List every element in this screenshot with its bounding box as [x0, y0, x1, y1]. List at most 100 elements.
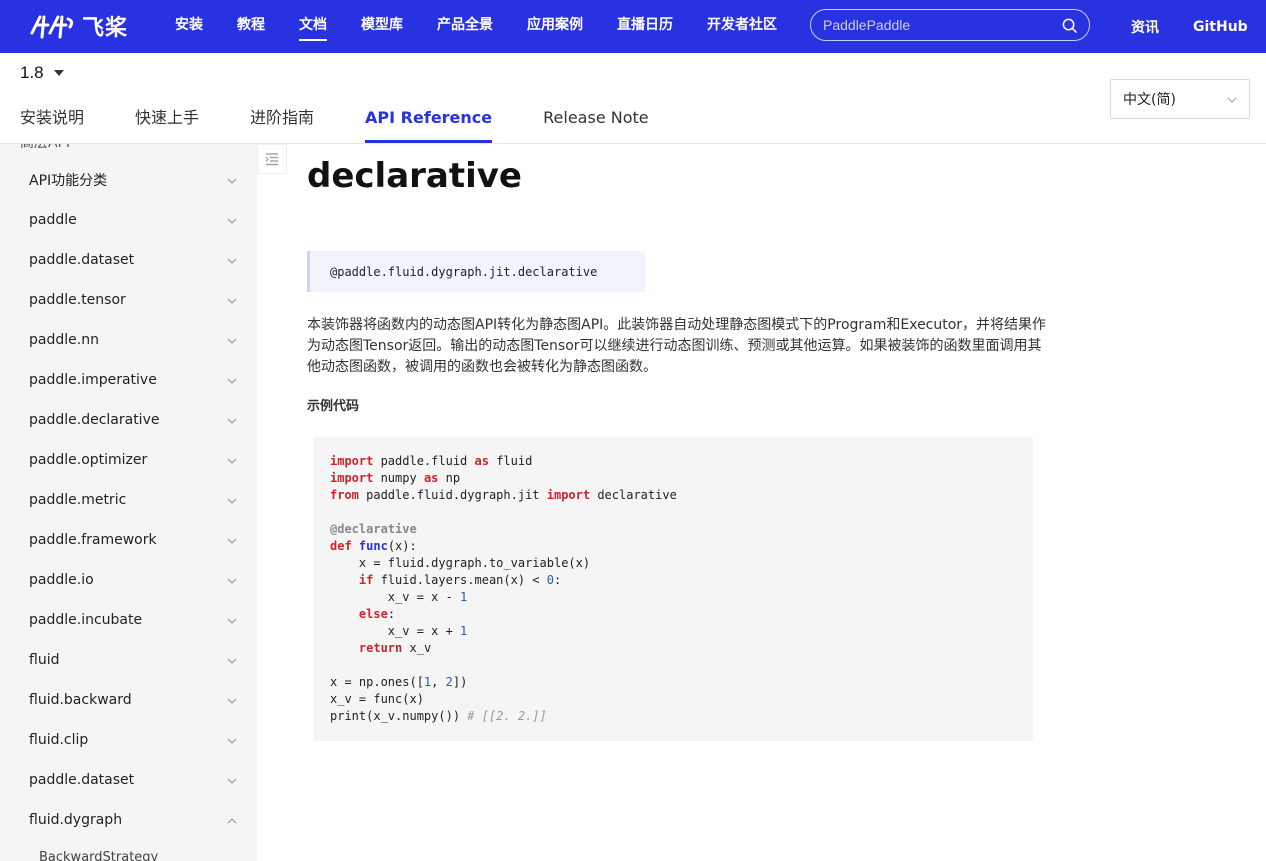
code-token: ,	[431, 675, 446, 689]
sidebar-item-label: API功能分类	[29, 173, 108, 189]
sidebar-item[interactable]: fluid.clip	[0, 720, 257, 760]
code-token: paddle.fluid	[373, 454, 475, 468]
nav-models[interactable]: 模型库	[361, 0, 403, 53]
code-token: fluid.layers.mean(x) <	[373, 573, 547, 587]
sidebar-item[interactable]: API功能分类	[0, 160, 257, 200]
sidebar-item-label: paddle.metric	[29, 492, 127, 508]
sidebar-item-label: fluid.clip	[29, 732, 89, 748]
sidebar-item[interactable]: paddle	[0, 200, 257, 240]
code-block[interactable]: import paddle.fluid as fluid import nump…	[314, 437, 1033, 741]
code-token: import	[546, 488, 591, 502]
sidebar-item[interactable]: paddle.metric	[0, 480, 257, 520]
code-token: (x):	[387, 539, 417, 553]
sidebar-item-label: paddle	[29, 212, 77, 228]
sidebar-item[interactable]: fluid	[0, 640, 257, 680]
top-navbar: 飞桨 安装 教程 文档 模型库 产品全景 应用案例 直播日历 开发者社区 资讯 …	[0, 0, 1266, 53]
outline-icon	[265, 153, 278, 166]
chevron-down-icon	[227, 772, 237, 788]
tab-release-note[interactable]: Release Note	[543, 96, 648, 143]
chevron-down-icon	[227, 532, 237, 548]
code-token: :	[553, 573, 562, 587]
code-token: def	[330, 539, 352, 553]
main-nav: 安装 教程 文档 模型库 产品全景 应用案例 直播日历 开发者社区	[175, 0, 811, 53]
chevron-down-icon	[227, 412, 237, 428]
sidebar-item[interactable]: paddle.io	[0, 560, 257, 600]
code-token: if	[358, 573, 374, 587]
chevron-down-icon	[227, 332, 237, 348]
sidebar-item[interactable]: paddle.imperative	[0, 360, 257, 400]
sidebar-item[interactable]: fluid.backward	[0, 680, 257, 720]
chevron-down-icon	[227, 732, 237, 748]
sidebar-subitem-backward-strategy[interactable]: BackwardStrategy	[39, 850, 158, 861]
chevron-down-icon	[227, 652, 237, 668]
api-signature: @paddle.fluid.dygraph.jit.declarative	[307, 251, 645, 292]
code-text: import paddle.fluid as fluid import nump…	[330, 453, 1017, 725]
sidebar-item-label: paddle.incubate	[29, 612, 143, 628]
sidebar-item-label: paddle.nn	[29, 332, 99, 348]
page-title: declarative	[307, 156, 522, 196]
code-token: :	[387, 607, 396, 621]
chevron-down-icon	[227, 612, 237, 628]
code-token: paddle.fluid.dygraph.jit	[358, 488, 547, 502]
sidebar-item[interactable]: paddle.framework	[0, 520, 257, 560]
nav-docs[interactable]: 文档	[299, 0, 327, 53]
code-token: fluid	[488, 454, 533, 468]
language-select[interactable]: 中文(简)	[1110, 79, 1250, 119]
code-token: else	[358, 607, 388, 621]
tab-install-guide[interactable]: 安装说明	[20, 96, 84, 143]
sidebar-item[interactable]: paddle.tensor	[0, 280, 257, 320]
nav-products[interactable]: 产品全景	[437, 0, 493, 53]
tab-api-reference[interactable]: API Reference	[365, 96, 493, 143]
tab-quick-start[interactable]: 快速上手	[135, 96, 199, 143]
sidebar-item-label: paddle.imperative	[29, 372, 157, 388]
paddle-logo-icon	[30, 15, 74, 39]
paddlepaddle-logo[interactable]: 飞桨	[28, 8, 128, 44]
github-link[interactable]: GitHub	[1193, 19, 1248, 35]
chevron-down-icon	[227, 692, 237, 708]
api-description: 本装饰器将函数内的动态图API转化为静态图API。此装饰器自动处理静态图模式下的…	[307, 317, 1047, 375]
sidebar-item[interactable]: paddle.incubate	[0, 600, 257, 640]
sidebar-item-label: fluid	[29, 652, 60, 668]
right-links: 资讯 GitHub	[1131, 0, 1248, 53]
chevron-down-icon	[227, 212, 237, 228]
search-icon[interactable]	[1061, 17, 1077, 33]
code-token: as	[474, 454, 489, 468]
code-token: np	[438, 471, 461, 485]
tab-advanced-guide[interactable]: 进阶指南	[250, 96, 314, 143]
example-code-heading: 示例代码	[307, 399, 360, 414]
sidebar-item[interactable]: fluid.dygraph	[0, 800, 257, 840]
chevron-down-icon	[227, 252, 237, 268]
code-token: 1	[460, 624, 468, 638]
nav-cases[interactable]: 应用案例	[527, 0, 583, 53]
code-token: x = fluid.dygraph.to_variable(x)	[330, 556, 591, 570]
code-token: import	[330, 471, 374, 485]
chevron-down-icon	[227, 292, 237, 308]
code-token: 0	[546, 573, 554, 587]
code-token: x = np.ones([	[330, 675, 424, 689]
sidebar-item-label: paddle.dataset	[29, 252, 135, 268]
code-token: # [[2. 2.]]	[467, 709, 547, 723]
code-token: print(x_v.numpy())	[330, 709, 468, 723]
news-link[interactable]: 资讯	[1131, 17, 1159, 37]
code-token: func	[358, 539, 388, 553]
sidebar-item-label: paddle.framework	[29, 532, 157, 548]
sidebar-item[interactable]: paddle.optimizer	[0, 440, 257, 480]
sidebar[interactable]: 高层API API功能分类 paddle paddle.dataset paddle.…	[0, 144, 257, 861]
sidebar-item[interactable]: paddle.declarative	[0, 400, 257, 440]
sidebar-item-label: paddle.optimizer	[29, 452, 148, 468]
toc-toggle-button[interactable]	[257, 144, 287, 174]
sidebar-item[interactable]: paddle.nn	[0, 320, 257, 360]
nav-install[interactable]: 安装	[175, 0, 203, 53]
nav-tutorial[interactable]: 教程	[237, 0, 265, 53]
version-selector[interactable]: 1.8	[20, 62, 64, 84]
sidebar-item[interactable]: paddle.dataset	[0, 240, 257, 280]
nav-live[interactable]: 直播日历	[617, 0, 673, 53]
sidebar-item[interactable]: paddle.dataset	[0, 760, 257, 800]
sidebar-item-label: fluid.backward	[29, 692, 132, 708]
sidebar-item-label: fluid.dygraph	[29, 812, 123, 828]
sidebar-item-high-level-api[interactable]: 高层API	[20, 144, 70, 152]
nav-community[interactable]: 开发者社区	[707, 0, 777, 53]
search-input[interactable]	[823, 17, 1061, 33]
version-label: 1.8	[20, 63, 44, 82]
